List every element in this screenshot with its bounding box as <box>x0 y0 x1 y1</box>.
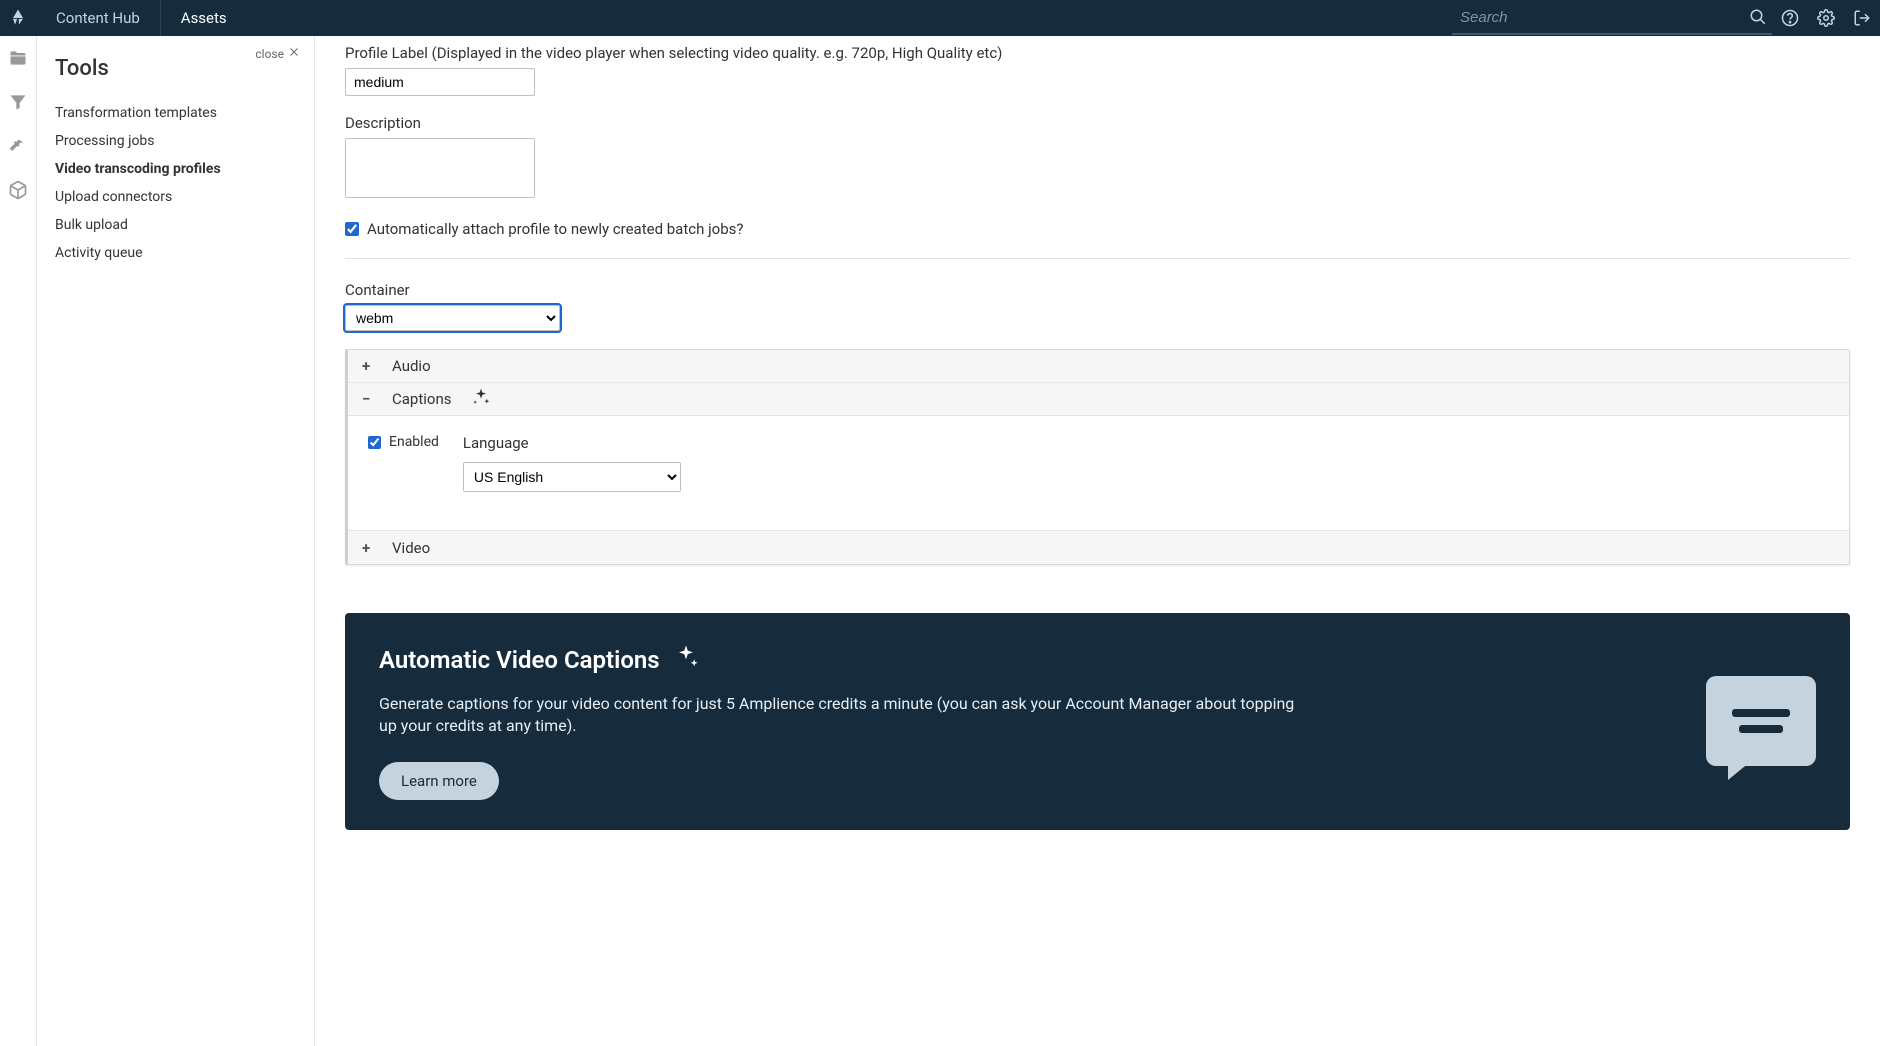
container-label: Container <box>345 281 1850 299</box>
profile-label-label: Profile Label (Displayed in the video pl… <box>345 44 1850 62</box>
tab-assets[interactable]: Assets <box>161 0 247 36</box>
topbar: Content Hub Assets <box>0 0 1880 36</box>
search-input[interactable] <box>1452 9 1744 26</box>
side-panel: close Tools Transformation templatesProc… <box>37 36 315 1046</box>
video-label: Video <box>392 539 430 557</box>
captions-enabled-checkbox[interactable] <box>368 436 381 449</box>
sidebar-item-activity-queue[interactable]: Activity queue <box>55 239 296 267</box>
promo-card: Automatic Video Captions Generate captio… <box>345 613 1850 830</box>
sidebar-item-video-transcoding-profiles[interactable]: Video transcoding profiles <box>55 155 296 183</box>
gear-icon[interactable] <box>1808 0 1844 36</box>
promo-title: Automatic Video Captions <box>379 646 660 674</box>
sidebar-item-upload-connectors[interactable]: Upload connectors <box>55 183 296 211</box>
language-label: Language <box>463 434 681 452</box>
learn-more-button[interactable]: Learn more <box>379 762 499 800</box>
help-icon[interactable] <box>1772 0 1808 36</box>
accordion-video-header[interactable]: + Video <box>348 531 1849 564</box>
language-select[interactable]: US English <box>463 462 681 492</box>
app-logo[interactable] <box>0 0 36 36</box>
close-icon <box>288 46 300 61</box>
close-label: close <box>255 47 284 61</box>
auto-attach-checkbox[interactable] <box>345 222 359 236</box>
accordion-captions-header[interactable]: − Captions <box>348 383 1849 416</box>
description-input[interactable] <box>345 138 535 198</box>
plus-icon: + <box>362 357 376 375</box>
settings-accordion: + Audio − Captions Enabled Language <box>345 349 1850 565</box>
search-box <box>1452 1 1772 35</box>
package-icon[interactable] <box>8 180 28 200</box>
close-panel-button[interactable]: close <box>255 46 300 61</box>
filter-icon[interactable] <box>8 92 28 112</box>
captions-enabled-label: Enabled <box>389 434 439 450</box>
description-label: Description <box>345 114 1850 132</box>
left-rail <box>0 36 37 1046</box>
minus-icon: − <box>362 390 376 408</box>
captions-body: Enabled Language US English <box>348 416 1849 531</box>
main-content: Profile Label (Displayed in the video pl… <box>315 36 1880 1046</box>
logout-icon[interactable] <box>1844 0 1880 36</box>
sparkle-icon <box>672 643 700 677</box>
audio-label: Audio <box>392 357 431 375</box>
plus-icon: + <box>362 539 376 557</box>
promo-body: Generate captions for your video content… <box>379 693 1299 738</box>
sidebar-item-transformation-templates[interactable]: Transformation templates <box>55 99 296 127</box>
profile-label-input[interactable] <box>345 68 535 96</box>
search-icon[interactable] <box>1744 3 1772 31</box>
tools-icon[interactable] <box>8 136 28 156</box>
container-select[interactable]: webm <box>345 305 560 331</box>
sidebar-item-processing-jobs[interactable]: Processing jobs <box>55 127 296 155</box>
sidebar-item-bulk-upload[interactable]: Bulk upload <box>55 211 296 239</box>
sparkle-icon <box>471 387 491 411</box>
captions-label: Captions <box>392 390 451 408</box>
captions-illustration <box>1706 676 1816 766</box>
auto-attach-label: Automatically attach profile to newly cr… <box>367 220 743 238</box>
accordion-audio-header[interactable]: + Audio <box>348 350 1849 383</box>
brand-label[interactable]: Content Hub <box>36 0 161 36</box>
folders-icon[interactable] <box>8 48 28 68</box>
